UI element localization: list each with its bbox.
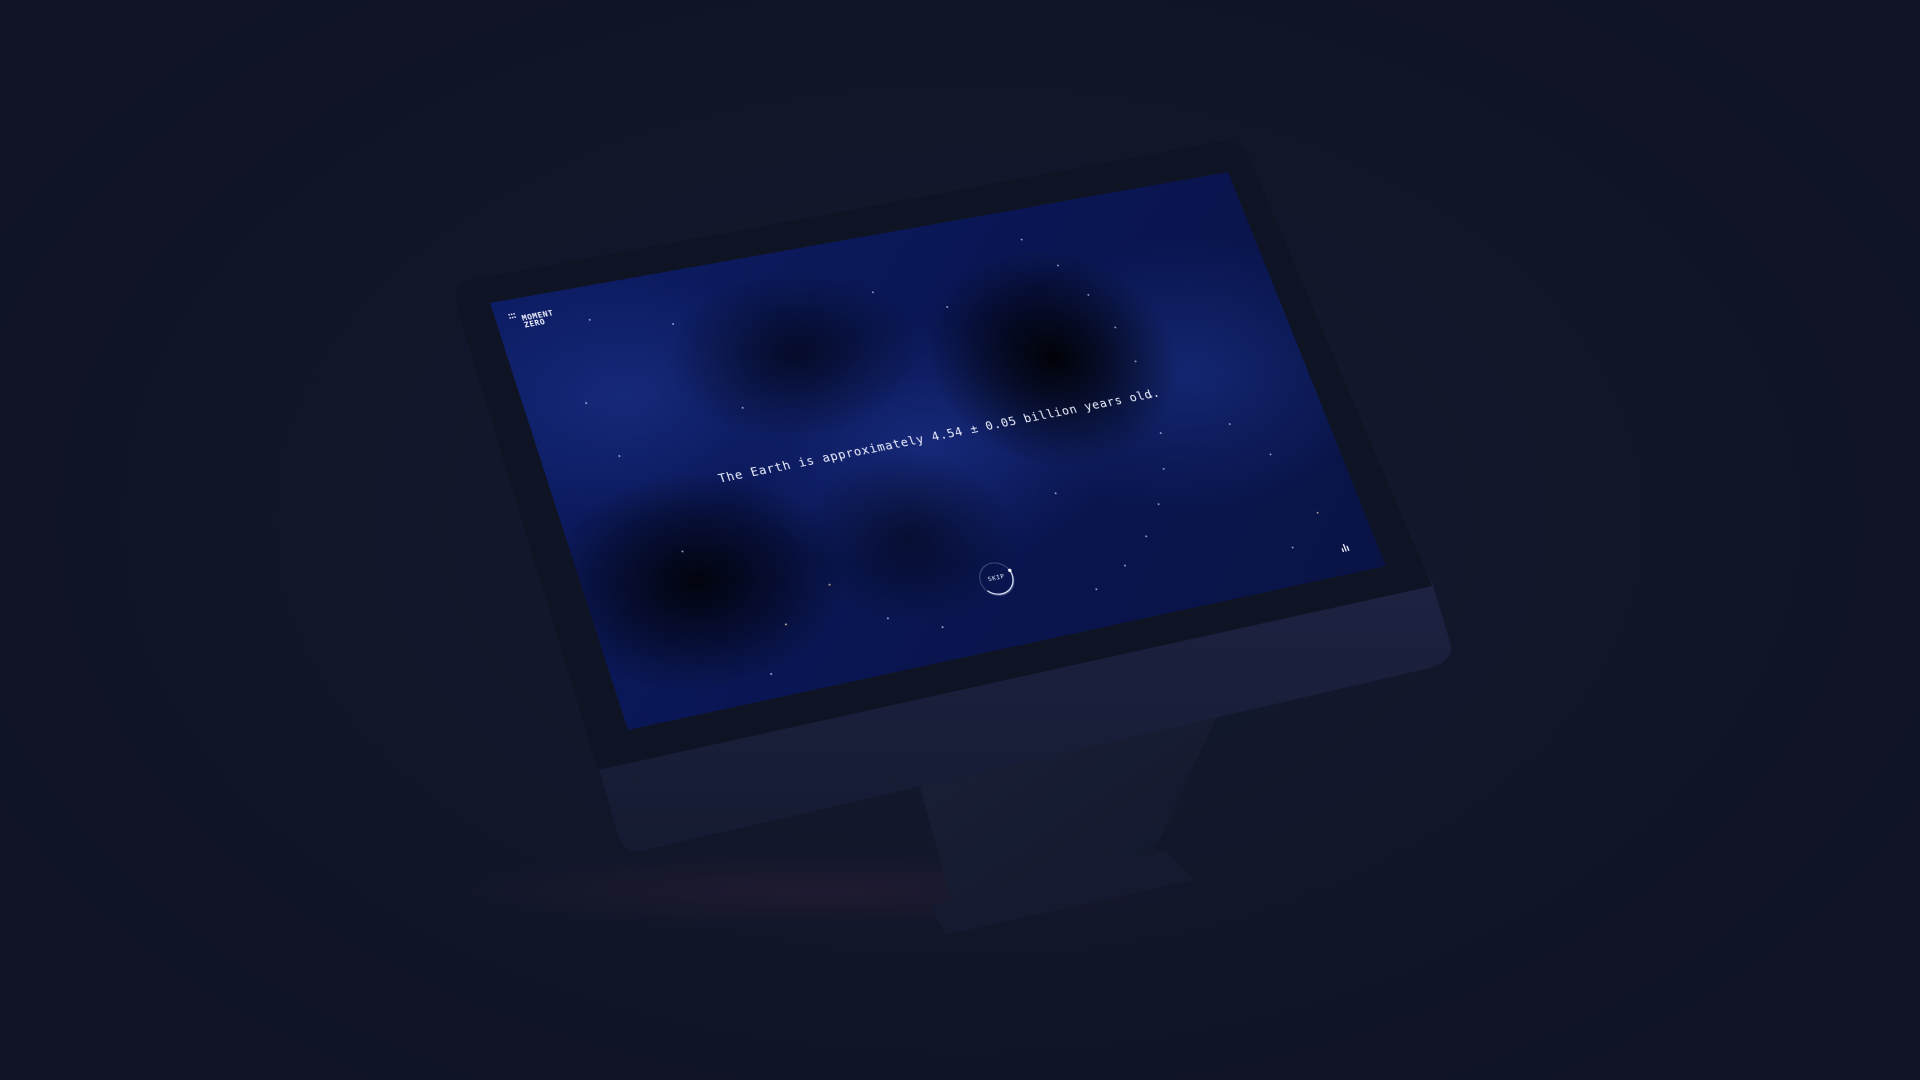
logo-text: MOMENT ZERO <box>521 309 557 328</box>
mockup-scene: MOMENT ZERO The Earth is approximately 4… <box>0 0 1920 1080</box>
skip-button[interactable]: SKIP <box>970 555 1024 603</box>
sound-bars-icon[interactable] <box>1339 542 1353 552</box>
logo-grid-icon <box>508 313 517 320</box>
moment-zero-logo[interactable]: MOMENT ZERO <box>508 307 556 331</box>
intro-headline: The Earth is approximately 4.54 ± 0.05 b… <box>555 357 1308 517</box>
